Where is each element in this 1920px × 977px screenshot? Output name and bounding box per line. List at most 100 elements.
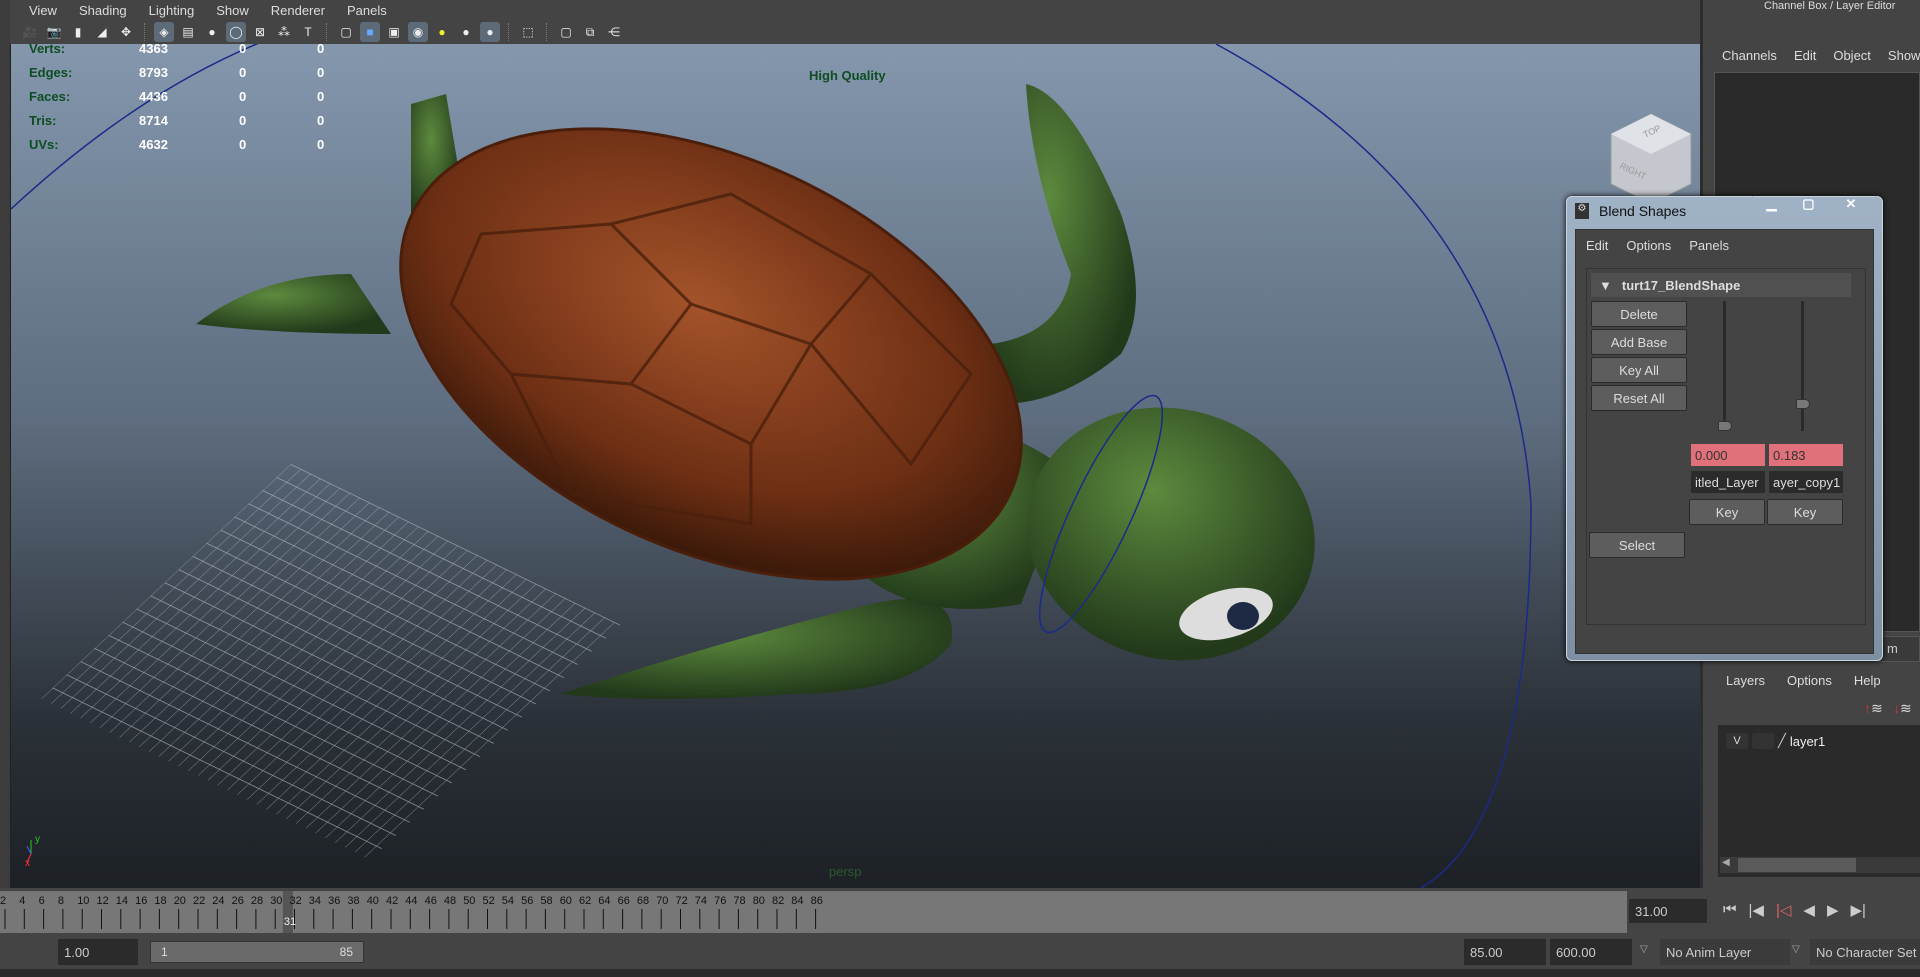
anim-end-field[interactable]: 600.00 [1550, 939, 1632, 965]
timeline-tick-label: 60 [560, 895, 572, 907]
scroll-left-icon[interactable]: ◀ [1722, 857, 1730, 868]
layer-name[interactable]: layer1 [1790, 734, 1825, 749]
collapse-triangle-icon[interactable]: ▼ [1599, 278, 1612, 293]
close-button[interactable]: ✕ [1827, 196, 1875, 217]
field-chart-icon[interactable]: ⊠ [250, 22, 270, 42]
eye-pupil [1227, 602, 1259, 630]
step-back-frame-icon[interactable]: |◁ [1776, 901, 1791, 919]
scroll-thumb[interactable] [1738, 858, 1856, 872]
minimize-button[interactable]: ▁ [1753, 196, 1790, 217]
layer-color-icon[interactable]: ╱ [1778, 733, 1786, 749]
blend-node-header[interactable]: ▼ turt17_BlendShape [1591, 273, 1851, 297]
timeline-tick-label: 30 [270, 895, 282, 907]
menu-show[interactable]: Show [1888, 48, 1920, 63]
play-forwards-icon[interactable]: ▶ [1827, 901, 1839, 919]
key-target-button[interactable]: Key [1767, 499, 1843, 525]
layer-row[interactable]: V ╱ layer1 [1726, 733, 1825, 749]
layer-scrollbar[interactable]: ◀ [1720, 857, 1920, 873]
hud-stat-value: 4436 [139, 89, 168, 104]
character-set-select[interactable]: No Character Set [1810, 939, 1920, 965]
camera-attributes-icon[interactable]: 📷 [44, 22, 64, 42]
menu-options[interactable]: Options [1787, 673, 1832, 688]
menu-channels[interactable]: Channels [1722, 48, 1777, 63]
menu-options[interactable]: Options [1626, 238, 1671, 253]
image-plane-icon[interactable]: ◢ [92, 22, 112, 42]
tab-fragment[interactable]: m [1880, 636, 1920, 662]
menu-view[interactable]: View [18, 3, 68, 18]
anim-layer-dropdown-icon[interactable]: ▽ [1640, 944, 1648, 955]
select-button[interactable]: Select [1589, 532, 1685, 558]
menu-show[interactable]: Show [205, 3, 260, 18]
timeline-tick-label: 78 [733, 895, 745, 907]
xray-icon[interactable]: ⧉ [580, 22, 600, 42]
command-line[interactable] [0, 969, 1920, 977]
blend-shapes-body: Edit Options Panels ▼ turt17_BlendShape D… [1575, 229, 1874, 654]
grid-icon[interactable]: ◈ [154, 22, 174, 42]
weight-slider-handle[interactable] [1718, 421, 1732, 431]
go-to-start-icon[interactable]: ⏮ [1723, 901, 1737, 919]
new-layer-down-icon[interactable]: ↓≋ [1893, 700, 1912, 717]
reset-all-button[interactable]: Reset All [1591, 385, 1687, 411]
weight-slider-track[interactable] [1801, 301, 1804, 431]
start-time-field[interactable]: 1.00 [58, 939, 138, 965]
menu-edit[interactable]: Edit [1794, 48, 1816, 63]
timeline-tick-label: 46 [425, 895, 437, 907]
layer-visibility-toggle[interactable]: V [1726, 733, 1748, 749]
menu-help[interactable]: Help [1854, 673, 1881, 688]
layer-type-toggle[interactable] [1752, 733, 1774, 749]
range-slider[interactable]: 1 85 [150, 941, 364, 963]
resolution-gate-icon[interactable]: ● [202, 22, 222, 42]
hud-stat-uv: 0 [317, 65, 325, 80]
gate-mask-icon[interactable]: ◯ [226, 22, 246, 42]
weight-value-field[interactable]: 0.183 [1769, 444, 1843, 466]
range-end-handle[interactable]: 85 [340, 945, 353, 959]
isolate-select-icon[interactable]: ▢ [556, 22, 576, 42]
time-slider[interactable]: 2 4 6 8 10 12 14 16 18 20 22 24 26 28 30 32 34 36 38 40 42 44… [0, 891, 1627, 933]
range-end-field[interactable]: 85.00 [1464, 939, 1546, 965]
menu-lighting[interactable]: Lighting [138, 3, 206, 18]
menu-shading[interactable]: Shading [68, 3, 138, 18]
menu-panels[interactable]: Panels [1689, 238, 1729, 253]
delete-button[interactable]: Delete [1591, 301, 1687, 327]
add-base-button[interactable]: Add Base [1591, 329, 1687, 355]
step-forward-icon[interactable]: ▶| [1850, 901, 1865, 919]
play-backwards-icon[interactable]: ◀ [1803, 901, 1815, 919]
maximize-button[interactable]: ▢ [1790, 196, 1827, 217]
weight-slider-handle[interactable] [1796, 399, 1810, 410]
bookmark-icon[interactable]: ▮ [68, 22, 88, 42]
key-all-button[interactable]: Key All [1591, 357, 1687, 383]
safe-action-icon[interactable]: ⁂ [274, 22, 294, 42]
wireframe-on-shaded-icon[interactable]: ▣ [384, 22, 404, 42]
target-name-field[interactable]: itled_Layer [1691, 471, 1765, 493]
current-time-field[interactable]: 31.00 [1629, 899, 1707, 923]
3d-viewport[interactable]: TOP RIGHT y x Verts: 4363 0 0 Edges: 8793 0 0 Fa… [10, 44, 1700, 888]
select-highlight-icon[interactable]: ⬚ [518, 22, 538, 42]
target-name-field[interactable]: ayer_copy1 [1769, 471, 1843, 493]
2d-pan-zoom-icon[interactable]: ✥ [116, 22, 136, 42]
key-target-button[interactable]: Key [1689, 499, 1765, 525]
axis-y-label: y [35, 834, 40, 845]
xray-joints-icon[interactable]: ⋲ [604, 22, 624, 42]
character-set-dropdown-icon[interactable]: ▽ [1792, 944, 1800, 955]
range-start-handle[interactable]: 1 [161, 945, 168, 959]
camera-icon[interactable]: 🎥 [20, 22, 40, 42]
menu-panels[interactable]: Panels [336, 3, 398, 18]
menu-edit[interactable]: Edit [1586, 238, 1608, 253]
textured-icon[interactable]: ◉ [408, 22, 428, 42]
new-layer-up-icon[interactable]: ↑≋ [1864, 700, 1883, 717]
film-gate-icon[interactable]: ▤ [178, 22, 198, 42]
wireframe-icon[interactable]: ▢ [336, 22, 356, 42]
screen-space-ao-icon[interactable]: ● [480, 22, 500, 42]
weight-slider-track[interactable] [1723, 301, 1726, 431]
step-back-key-icon[interactable]: |◀ [1749, 901, 1764, 919]
menu-renderer[interactable]: Renderer [260, 3, 336, 18]
menu-object[interactable]: Object [1833, 48, 1871, 63]
anim-layer-select[interactable]: No Anim Layer [1660, 939, 1790, 965]
safe-title-icon[interactable]: T [298, 22, 318, 42]
shadows-icon[interactable]: ● [456, 22, 476, 42]
use-all-lights-icon[interactable]: ● [432, 22, 452, 42]
smooth-shade-icon[interactable]: ■ [360, 22, 380, 42]
layer-list: V ╱ layer1 ◀ [1718, 725, 1920, 877]
menu-layers[interactable]: Layers [1726, 673, 1765, 688]
weight-value-field[interactable]: 0.000 [1691, 444, 1765, 466]
